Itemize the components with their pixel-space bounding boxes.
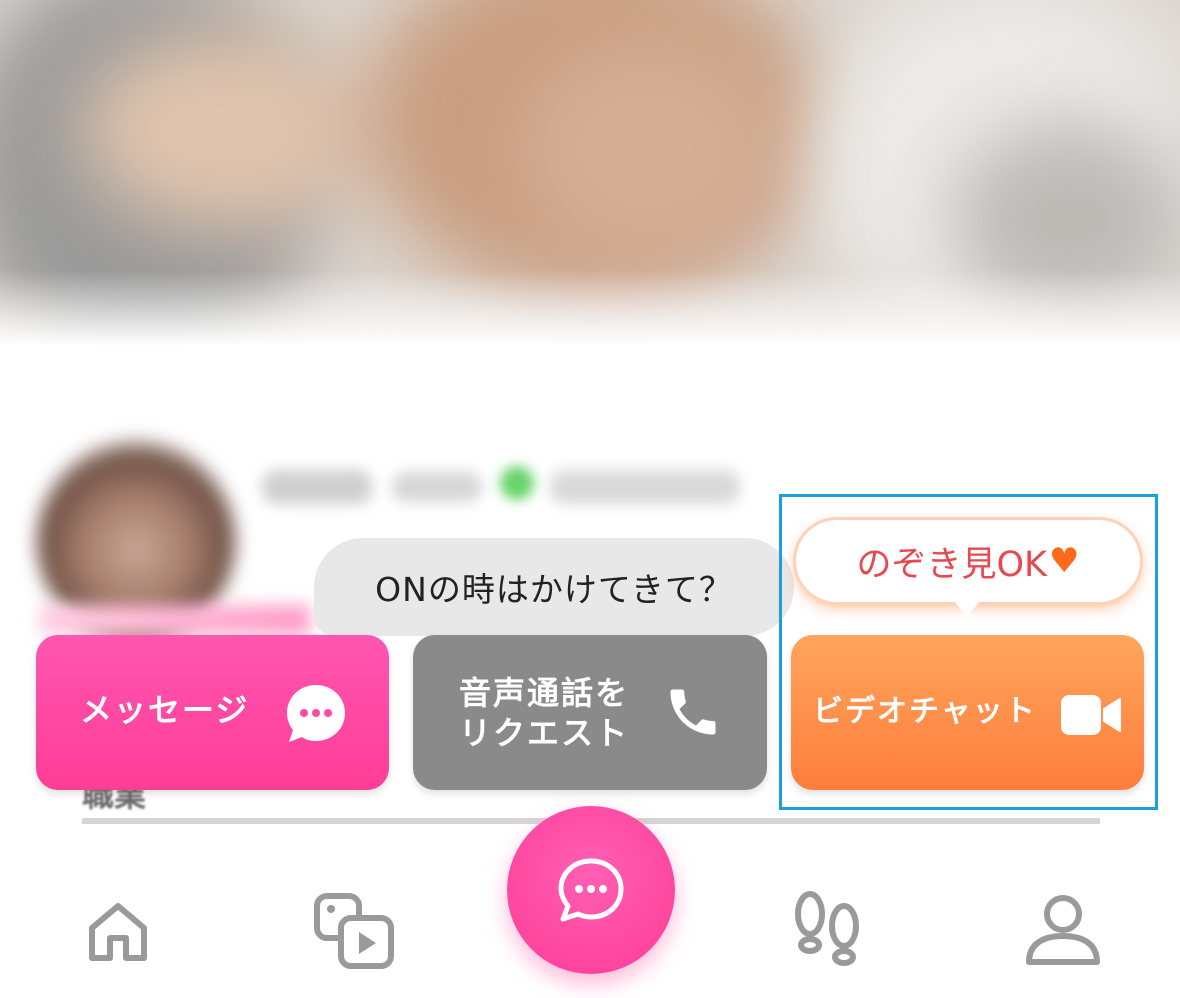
chat-prompt-bubble: ONの時はかけてきて？ [314,538,794,636]
home-icon[interactable] [86,900,150,964]
phone-icon [670,689,716,735]
footprints-icon[interactable] [792,890,864,972]
profile-age [392,472,482,502]
profile-hero-photo [0,0,1180,360]
video-chat-button[interactable]: ビデオチャット [791,635,1144,790]
center-chat-fab[interactable] [507,806,675,974]
voice-call-request-button[interactable]: 音声通話を リクエスト [413,635,767,790]
online-status-text [550,470,740,504]
message-button[interactable]: メッセージ [36,635,389,790]
voice-call-button-label: 音声通話を リクエスト [459,674,630,752]
message-button-label: メッセージ [80,691,250,729]
profile-icon[interactable] [1025,894,1101,966]
media-gallery-icon[interactable] [313,892,395,970]
video-chat-button-label: ビデオチャット [813,694,1037,729]
chat-fab-icon [558,858,624,922]
video-camera-icon [1061,695,1121,735]
chat-prompt-text: ONの時はかけてきて？ [375,570,733,609]
profile-tag [40,605,310,635]
peek-ok-text: のぞき見OK [856,544,1048,585]
profile-name [262,470,372,504]
chat-bubble-icon [287,685,345,742]
heart-icon: ♥ [1049,541,1080,581]
peek-ok-badge: のぞき見OK ♥ [796,520,1140,617]
online-status-icon [500,466,534,500]
